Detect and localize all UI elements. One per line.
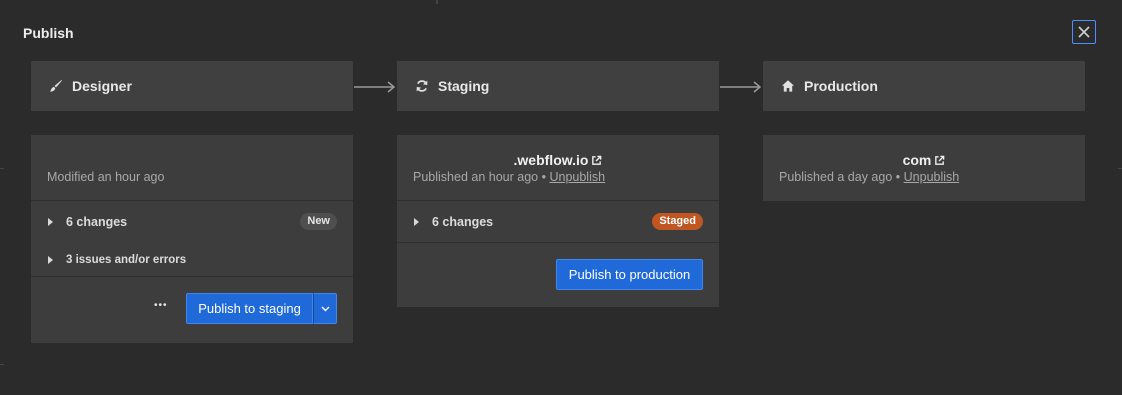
domain-link[interactable]: com (903, 152, 932, 168)
stage-designer: Designer (31, 61, 353, 111)
home-icon (780, 78, 796, 94)
publish-to-staging-button[interactable]: Publish to staging (186, 293, 313, 324)
designer-actions: ••• Publish to staging (31, 277, 353, 342)
divider (0, 364, 4, 365)
stage-label: Staging (438, 78, 490, 94)
external-link-icon[interactable] (934, 155, 945, 166)
designer-card: Modified an hour ago 6 changes New 3 iss… (31, 135, 353, 343)
more-options-button[interactable]: ••• (154, 300, 168, 311)
divider (436, 0, 438, 4)
stage-label: Production (804, 78, 878, 94)
separator: • (541, 170, 546, 184)
staging-actions: Publish to production (397, 243, 719, 306)
staging-card: .webflow.io Published an hour ago • Unpu… (397, 135, 719, 307)
changes-row[interactable]: 6 changes Staged (397, 201, 719, 243)
dialog-title: Publish (23, 25, 74, 41)
close-icon (1078, 26, 1090, 38)
caret-right-icon (414, 217, 419, 226)
staging-status: Published an hour ago • Unpublish (413, 170, 605, 184)
arrow-icon (720, 81, 762, 93)
caret-right-icon (48, 255, 53, 264)
production-domain[interactable]: com (763, 152, 1085, 168)
unpublish-link[interactable]: Unpublish (904, 170, 960, 184)
unpublish-link[interactable]: Unpublish (549, 170, 605, 184)
separator: • (895, 170, 901, 184)
staging-domain[interactable]: .webflow.io (397, 152, 719, 168)
divider (1118, 168, 1122, 169)
stage-staging: Staging (397, 61, 719, 111)
stage-label: Designer (72, 78, 132, 94)
divider (0, 168, 4, 169)
changes-row[interactable]: 6 changes New (31, 201, 353, 243)
publish-to-production-button[interactable]: Publish to production (556, 259, 703, 290)
publish-options-dropdown[interactable] (313, 293, 337, 324)
changes-label: 6 changes (66, 215, 128, 229)
designer-status: Modified an hour ago (47, 170, 165, 184)
issues-label: 3 issues and/or errors (66, 253, 187, 266)
new-badge: New (300, 213, 337, 230)
published-time: Published a day ago (779, 170, 893, 184)
stage-production: Production (763, 61, 1085, 111)
sync-icon (414, 78, 430, 94)
published-time: Published an hour ago (413, 170, 539, 184)
arrow-icon (354, 81, 396, 93)
issues-row[interactable]: 3 issues and/or errors (31, 243, 353, 277)
publish-staging-group: Publish to staging (186, 293, 337, 324)
chevron-down-icon (320, 305, 330, 312)
close-button[interactable] (1072, 20, 1096, 44)
production-card: com Published a day ago • Unpublish (763, 135, 1085, 201)
changes-label: 6 changes (432, 214, 494, 229)
staged-badge: Staged (652, 213, 703, 230)
production-status: Published a day ago • Unpublish (779, 170, 959, 184)
domain-link[interactable]: .webflow.io (514, 152, 589, 168)
brush-icon (48, 78, 64, 94)
external-link-icon[interactable] (591, 155, 602, 166)
caret-right-icon (48, 218, 53, 226)
